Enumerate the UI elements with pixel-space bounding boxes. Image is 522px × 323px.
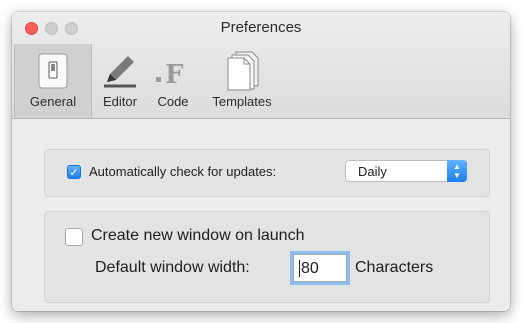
- update-frequency-value: Daily: [358, 164, 387, 179]
- preferences-window: Preferences General Editor F Code Templa…: [12, 12, 510, 311]
- general-switch-icon: [23, 44, 83, 92]
- tab-code[interactable]: F Code: [148, 44, 198, 118]
- templates-documents-icon: [202, 44, 282, 92]
- tab-editor-label: Editor: [103, 94, 137, 109]
- tab-templates-label: Templates: [212, 94, 272, 109]
- default-width-input[interactable]: 80: [293, 254, 347, 282]
- launch-group: Create new window on launch Default wind…: [44, 211, 490, 303]
- svg-text:F: F: [165, 60, 184, 90]
- checkmark-icon: ✓: [69, 166, 79, 179]
- code-f-icon: F: [148, 44, 198, 92]
- window-title: Preferences: [220, 19, 302, 36]
- tab-general-label: General: [29, 94, 77, 109]
- update-frequency-select[interactable]: Daily ▲ ▼: [345, 160, 467, 182]
- default-width-value: 80: [301, 260, 319, 277]
- tab-general[interactable]: General: [14, 44, 92, 118]
- text-caret: [299, 260, 300, 277]
- tab-code-label: Code: [157, 94, 189, 109]
- pencil-icon: [94, 44, 146, 92]
- tab-templates[interactable]: Templates: [202, 44, 282, 118]
- updates-group: ✓ Automatically check for updates: Daily…: [44, 149, 490, 197]
- tab-editor[interactable]: Editor: [94, 44, 146, 118]
- auto-update-checkbox[interactable]: ✓: [67, 165, 81, 179]
- auto-update-label: Automatically check for updates:: [89, 164, 277, 179]
- chevron-updown-icon: ▲ ▼: [447, 160, 467, 182]
- toolbar: Preferences General Editor F Code Templa…: [12, 12, 510, 119]
- width-unit-label: Characters: [355, 259, 434, 276]
- new-window-checkbox[interactable]: [65, 228, 83, 246]
- default-width-label: Default window width:: [95, 259, 250, 276]
- general-pane: ✓ Automatically check for updates: Daily…: [12, 119, 510, 311]
- new-window-label: Create new window on launch: [91, 227, 305, 244]
